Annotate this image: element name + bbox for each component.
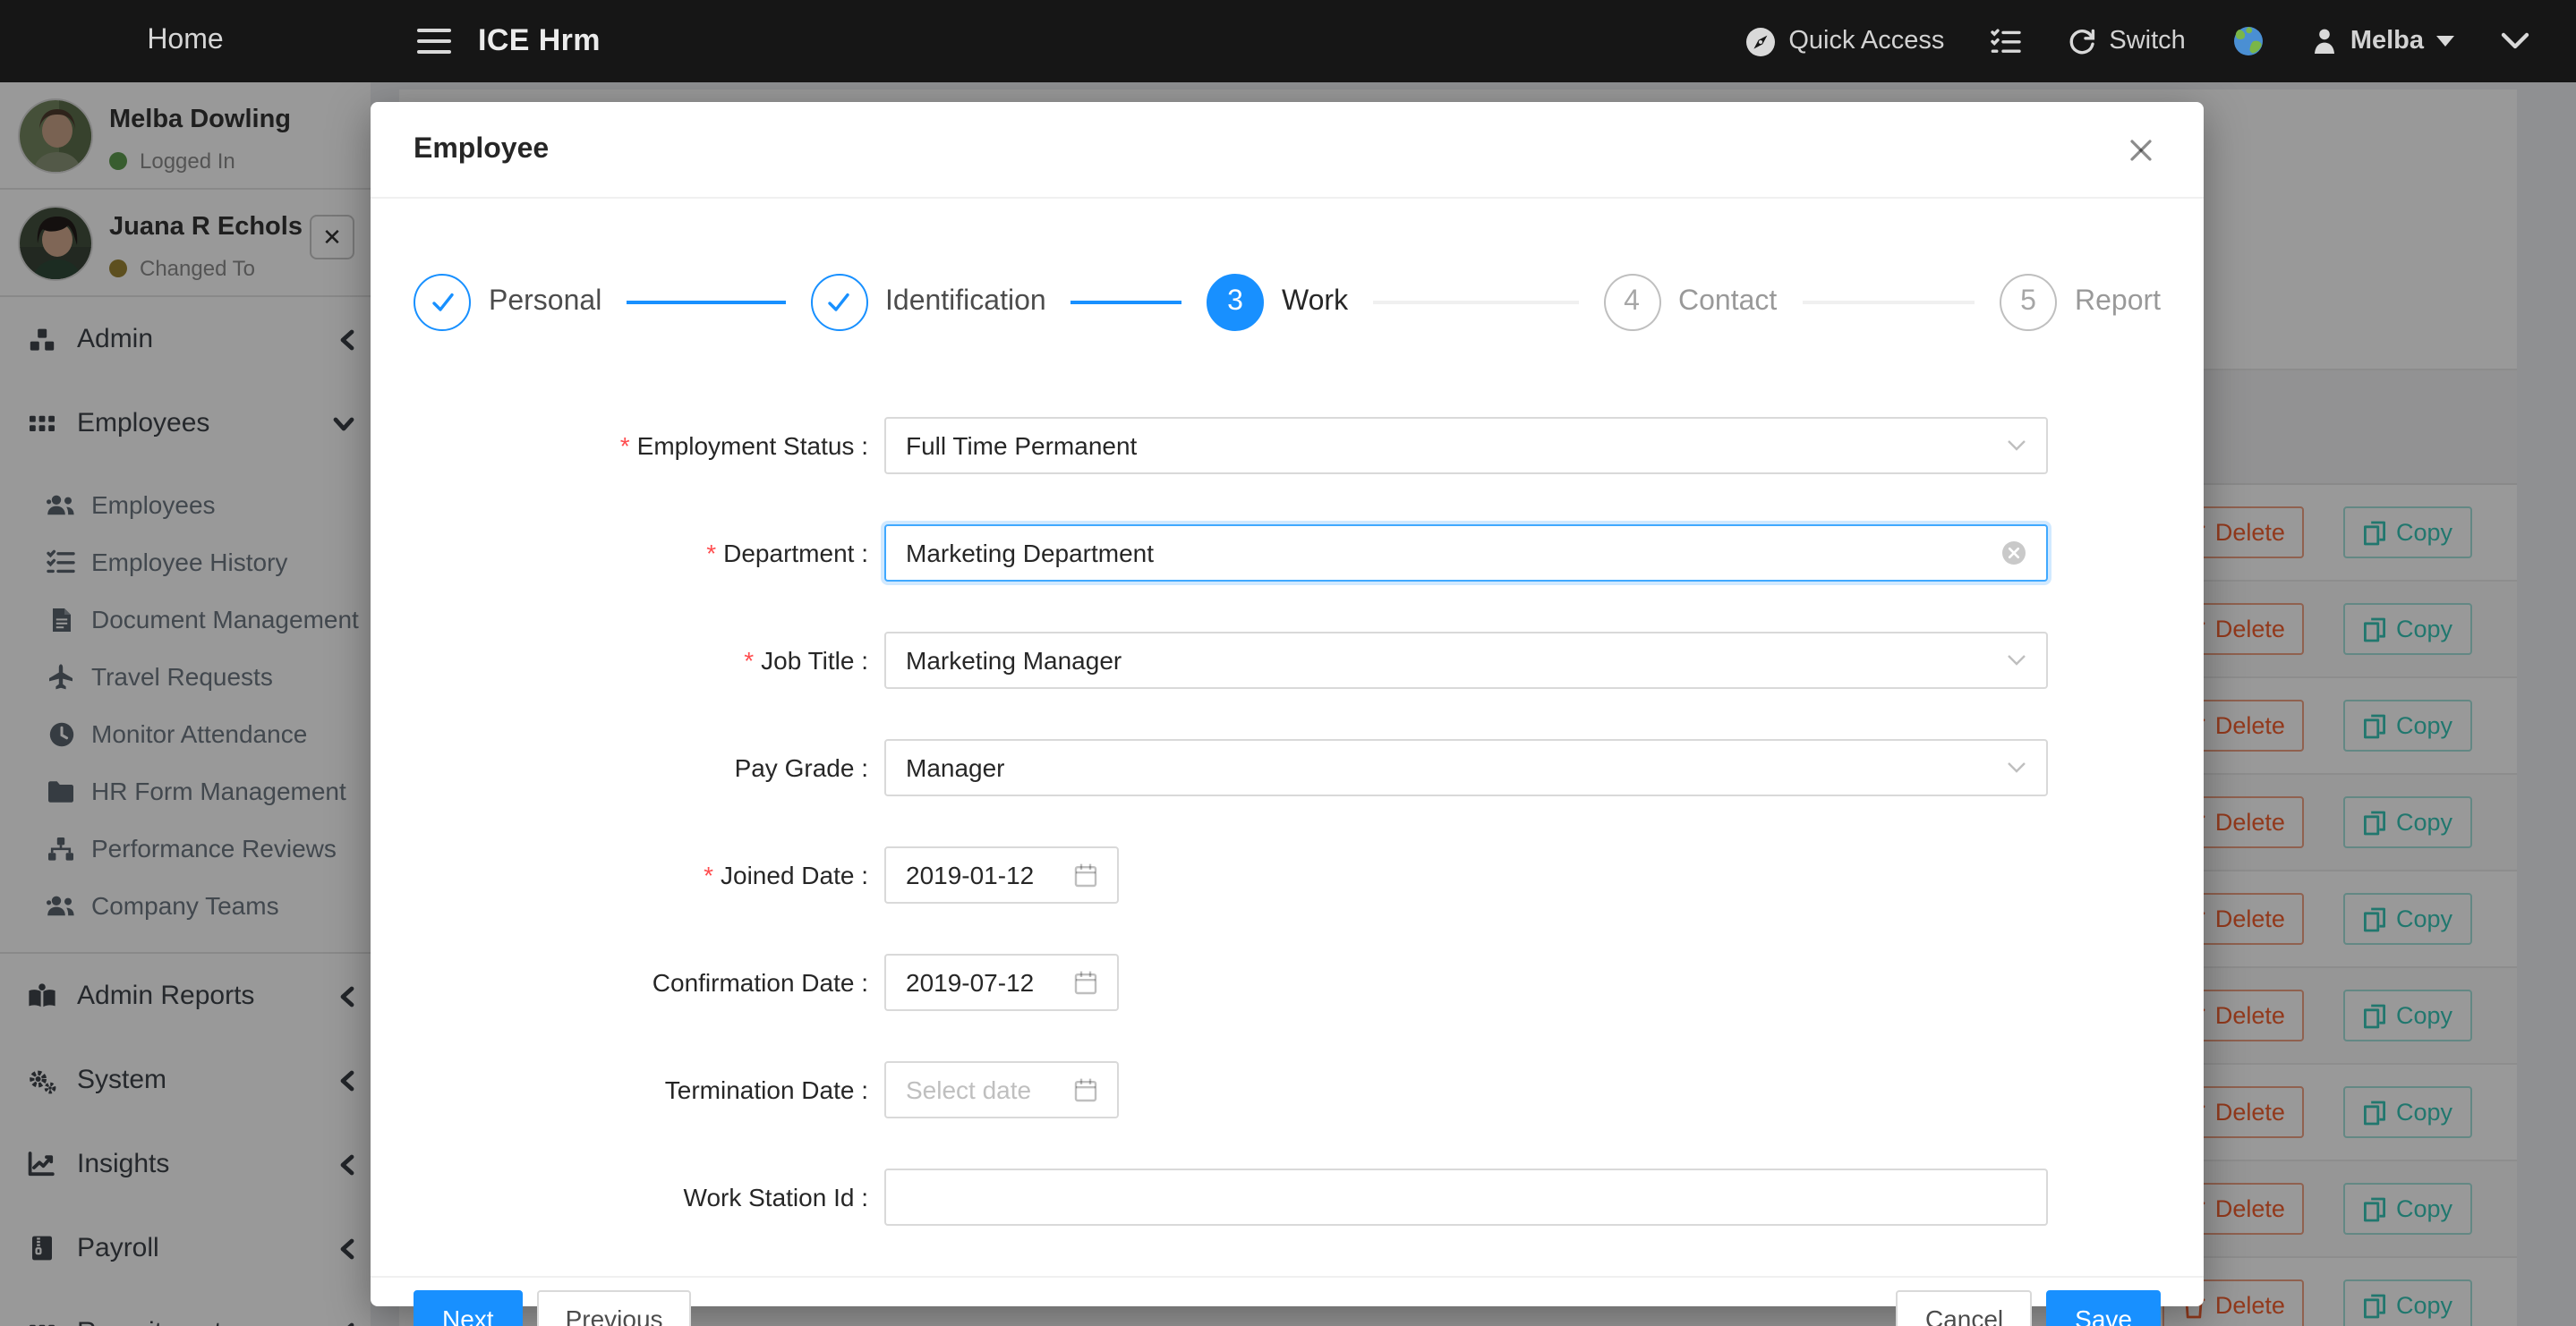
chevron-down-icon[interactable] [2501, 32, 2529, 50]
date-placeholder: Select date [906, 1075, 1031, 1104]
pay-grade-select[interactable]: Manager [884, 739, 2048, 796]
check-icon [810, 274, 867, 331]
hamburger-icon[interactable] [417, 28, 451, 55]
field-label: Work Station Id [684, 1183, 868, 1211]
compass-icon [1745, 26, 1776, 56]
job-title-select[interactable]: Marketing Manager [884, 632, 2048, 689]
field-label: Department [723, 539, 868, 567]
calendar-icon [1074, 970, 1097, 995]
step-personal[interactable]: Personal [414, 274, 810, 331]
app-root: ext Search Delete Copy Delete Copy Delet… [0, 0, 2576, 1326]
select-arrow-icon [2007, 438, 2026, 453]
form-row-employment-status: *Employment Status Full Time Permanent [414, 417, 2161, 474]
work-form: *Employment Status Full Time Permanent *… [414, 417, 2161, 1226]
check-icon [414, 274, 471, 331]
step-number: 5 [2000, 274, 2057, 331]
step-connector [1802, 302, 1975, 304]
step-identification[interactable]: Identification [810, 274, 1207, 331]
step-connector [627, 302, 785, 304]
field-label: Termination Date [665, 1075, 868, 1104]
next-button[interactable]: Next [414, 1290, 523, 1326]
top-header: Home ICE Hrm Quick Access Switch Melba [0, 0, 2576, 82]
sync-icon [2068, 27, 2096, 55]
switch-user-button[interactable]: Switch [2068, 27, 2185, 55]
select-value: Full Time Permanent [906, 431, 1137, 460]
step-label: Report [2075, 286, 2161, 319]
select-value: Marketing Manager [906, 646, 1122, 675]
quick-access-button[interactable]: Quick Access [1745, 26, 1944, 56]
field-label: Job Title [761, 646, 868, 675]
step-number: 4 [1603, 274, 1660, 331]
select-value: Marketing Department [906, 539, 1154, 567]
tasks-icon[interactable] [1991, 28, 2021, 55]
joined-date-picker[interactable]: 2019-01-12 [884, 846, 1119, 904]
step-work[interactable]: 3 Work [1207, 274, 1603, 331]
date-value: 2019-07-12 [906, 968, 1034, 997]
form-row-job-title: *Job Title Marketing Manager [414, 632, 2161, 689]
cancel-button[interactable]: Cancel [1897, 1290, 2032, 1326]
employment-status-select[interactable]: Full Time Permanent [884, 417, 2048, 474]
form-row-department: *Department Marketing Department [414, 524, 2161, 582]
form-row-work-station-id: Work Station Id [414, 1169, 2161, 1226]
select-arrow-icon [2007, 761, 2026, 775]
step-number: 3 [1207, 274, 1264, 331]
department-select[interactable]: Marketing Department [884, 524, 2048, 582]
modal-footer: Next Previous Cancel Save [371, 1276, 2204, 1326]
step-report[interactable]: 5 Report [2000, 274, 2161, 331]
save-button[interactable]: Save [2046, 1290, 2161, 1326]
previous-button[interactable]: Previous [537, 1290, 692, 1326]
field-label: Pay Grade [735, 753, 868, 782]
step-label: Identification [885, 286, 1046, 319]
field-label: Employment Status [637, 431, 868, 460]
step-label: Work [1282, 286, 1348, 319]
step-label: Personal [489, 286, 601, 319]
date-value: 2019-01-12 [906, 861, 1034, 889]
form-row-pay-grade: Pay Grade Manager [414, 739, 2161, 796]
calendar-icon [1074, 863, 1097, 888]
termination-date-picker[interactable]: Select date [884, 1061, 1119, 1118]
form-row-confirmation-date: Confirmation Date 2019-07-12 [414, 954, 2161, 1011]
brand-title: ICE Hrm [478, 23, 601, 59]
confirmation-date-picker[interactable]: 2019-07-12 [884, 954, 1119, 1011]
step-label: Contact [1678, 286, 1777, 319]
employee-modal: Employee Personal Identification 3 Work [371, 102, 2204, 1306]
select-value: Manager [906, 753, 1005, 782]
step-connector [1373, 302, 1578, 304]
user-menu[interactable]: Melba [2311, 27, 2454, 55]
wizard-steps: Personal Identification 3 Work 4 Contact [414, 274, 2161, 331]
field-label: Confirmation Date [653, 968, 868, 997]
close-icon[interactable] [2121, 130, 2161, 169]
calendar-icon [1074, 1077, 1097, 1102]
clear-icon[interactable] [2001, 540, 2026, 565]
step-contact[interactable]: 4 Contact [1603, 274, 2000, 331]
form-row-termination-date: Termination Date Select date [414, 1061, 2161, 1118]
modal-title: Employee [414, 133, 549, 166]
home-link[interactable]: Home [0, 25, 371, 57]
work-station-id-input[interactable] [884, 1169, 2048, 1226]
form-row-joined-date: *Joined Date 2019-01-12 [414, 846, 2161, 904]
user-icon [2311, 27, 2338, 55]
select-arrow-icon [2007, 653, 2026, 667]
caret-down-icon [2436, 36, 2454, 47]
field-label: Joined Date [721, 861, 868, 889]
globe-icon[interactable] [2232, 25, 2265, 57]
step-connector [1071, 302, 1181, 304]
